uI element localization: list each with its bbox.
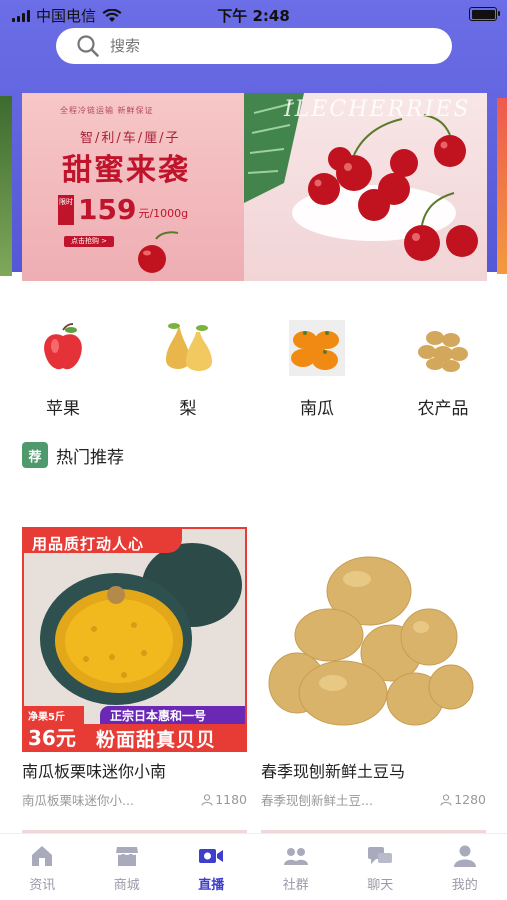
tab-label: 社群 — [282, 878, 309, 893]
tab-profile[interactable]: 我的 — [423, 836, 507, 900]
potato-icon — [418, 331, 468, 372]
cherry-icon — [138, 231, 179, 273]
tab-live[interactable]: 直播 — [169, 836, 254, 900]
banner-image-panel: ILECHERRIES — [244, 93, 487, 281]
banner-subtitle: 智/利/车/厘/子 — [80, 131, 181, 146]
carousel-prev-slide[interactable] — [0, 96, 12, 276]
status-bar: 中国电信 下午 2:48 — [0, 0, 507, 28]
promo-banner[interactable]: 全程冷链运输 新鲜保证 智/利/车/厘/子 甜蜜来袭 限时 159 元/1000… — [22, 93, 487, 281]
promo-slogan: 粉面甜真贝贝 — [96, 729, 217, 751]
banner-english-text: ILECHERRIES — [284, 97, 471, 122]
product-name: 春季现刨新鲜土豆马 — [261, 762, 406, 781]
section-title: 热门推荐 — [56, 447, 124, 468]
product-subtitle: 春季现刨新鲜土豆... — [261, 793, 373, 808]
person-icon — [201, 793, 213, 806]
category-pumpkin[interactable]: 南瓜 — [272, 318, 362, 419]
video-icon — [199, 849, 224, 863]
category-label: 南瓜 — [300, 399, 334, 419]
price-unit: 元/1000g — [138, 207, 189, 220]
category-label: 农产品 — [417, 399, 469, 419]
price-tag: 限时 — [58, 195, 74, 225]
category-label: 梨 — [179, 399, 197, 419]
tab-label: 直播 — [198, 878, 225, 893]
person-icon — [440, 793, 452, 806]
recommend-icon-label: 荐 — [28, 449, 42, 465]
pumpkin-icon — [289, 320, 345, 376]
tab-chat[interactable]: 聊天 — [338, 836, 423, 900]
tab-label: 资讯 — [29, 878, 56, 893]
product-image — [261, 527, 486, 752]
product-count-value: 1180 — [215, 792, 247, 807]
product-card[interactable]: 用品质打动人心 净果5斤 36元 正宗日本惠和一号 粉面甜真贝贝 南瓜板栗味迷你… — [22, 527, 247, 809]
product-name: 南瓜板栗味迷你小南 — [22, 762, 167, 781]
banner-cta-button[interactable]: 点击抢购 > — [64, 236, 114, 247]
promo-variety-box: 正宗日本惠和一号 — [100, 706, 245, 724]
category-row: 苹果 梨 南瓜 农产品 — [0, 318, 507, 419]
tabbar-divider — [0, 833, 507, 834]
banner-price: 限时 159 元/1000g — [58, 195, 188, 225]
pear-icon — [166, 323, 212, 371]
product-count-value: 1280 — [454, 792, 486, 807]
chat-icon — [368, 847, 393, 864]
category-farm-products[interactable]: 农产品 — [398, 318, 488, 419]
potato-image — [261, 527, 486, 752]
product-count: 1280 — [440, 790, 486, 809]
search-input[interactable] — [108, 36, 412, 56]
tab-label: 商城 — [113, 878, 140, 893]
promo-price: 36元 — [28, 726, 76, 750]
tab-news[interactable]: 资讯 — [0, 836, 85, 900]
search-bar[interactable] — [56, 28, 452, 64]
recommend-icon: 荐 — [22, 442, 48, 468]
promo-top-banner: 用品质打动人心 — [24, 529, 182, 553]
tab-shop[interactable]: 商城 — [85, 836, 170, 900]
product-card[interactable]: 春季现刨新鲜土豆马 春季现刨新鲜土豆... 1280 — [261, 527, 486, 809]
tab-community[interactable]: 社群 — [254, 836, 339, 900]
hot-recommend-header: 荐 热门推荐 — [22, 442, 124, 468]
tab-label: 我的 — [451, 878, 478, 893]
price-value: 159 — [78, 193, 137, 226]
promo-bottom-banner: 净果5斤 36元 正宗日本惠和一号 粉面甜真贝贝 — [24, 706, 245, 751]
category-apple[interactable]: 苹果 — [18, 318, 108, 419]
shop-icon — [115, 847, 138, 866]
tab-label: 聊天 — [367, 878, 394, 893]
home-icon — [32, 846, 53, 866]
product-count: 1180 — [201, 790, 247, 809]
promo-slogan-box: 粉面甜真贝贝 — [84, 724, 245, 751]
search-icon — [77, 35, 99, 57]
group-icon — [283, 848, 308, 865]
apple-icon — [44, 323, 82, 370]
battery-icon — [469, 7, 500, 21]
promo-price-box: 净果5斤 36元 — [24, 706, 84, 750]
status-time: 下午 2:48 — [217, 7, 290, 25]
banner-title: 甜蜜来袭 — [62, 153, 190, 188]
product-meta: 南瓜板栗味迷你小... 1180 — [22, 790, 247, 809]
profile-icon — [453, 845, 476, 867]
category-label: 苹果 — [46, 399, 80, 419]
tab-bar: 资讯 商城 直播 社群 聊天 我的 — [0, 836, 507, 900]
product-image: 用品质打动人心 净果5斤 36元 正宗日本惠和一号 粉面甜真贝贝 — [22, 527, 247, 752]
category-pear[interactable]: 梨 — [143, 318, 233, 419]
banner-tagline: 全程冷链运输 新鲜保证 — [60, 106, 154, 115]
promo-variety: 正宗日本惠和一号 — [110, 709, 207, 723]
product-subtitle: 南瓜板栗味迷你小... — [22, 793, 134, 808]
banner-text-panel: 全程冷链运输 新鲜保证 智/利/车/厘/子 甜蜜来袭 限时 159 元/1000… — [22, 93, 244, 281]
product-meta: 春季现刨新鲜土豆... 1280 — [261, 790, 486, 809]
promo-top-text: 用品质打动人心 — [32, 535, 145, 553]
carousel-next-slide[interactable] — [497, 98, 507, 274]
promo-weight: 净果5斤 — [28, 712, 65, 723]
